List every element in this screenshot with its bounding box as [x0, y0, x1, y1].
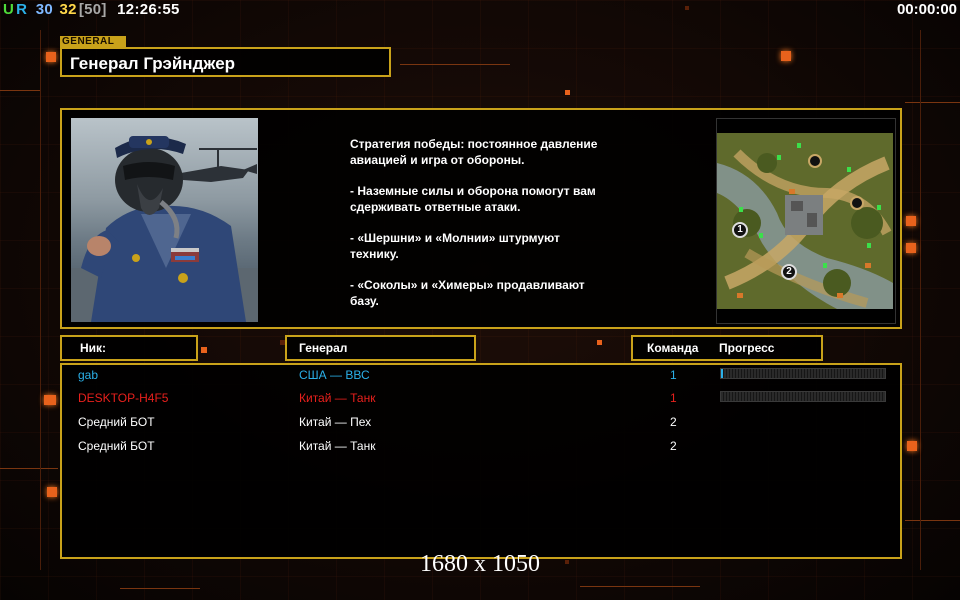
- player-progress-fill: [721, 369, 723, 378]
- deco-square: [597, 340, 602, 345]
- player-team: 2: [670, 415, 677, 429]
- deco-line: [580, 586, 700, 587]
- player-general: Китай — Танк: [299, 391, 376, 405]
- player-row: Средний БОТ Китай — Пех 2: [62, 412, 900, 432]
- deco-square: [47, 487, 57, 497]
- header-team: Команда: [647, 341, 699, 355]
- stat-c: [50]: [78, 1, 107, 18]
- start-marker-1: 1: [732, 222, 748, 238]
- deco-square: [906, 216, 916, 226]
- minimap-terrain: [717, 133, 893, 309]
- players-panel: gab США — ВВС 1 DESKTOP-H4F5 Китай — Тан…: [60, 363, 902, 559]
- player-team: 1: [670, 368, 677, 382]
- deco-line: [920, 30, 921, 570]
- resolution-label: 1680 x 1050: [420, 551, 540, 577]
- match-timer: 00:00:00: [896, 1, 957, 18]
- header-general: Генерал: [285, 335, 476, 361]
- player-progress-bar: [720, 391, 886, 402]
- general-portrait-image: [71, 136, 258, 322]
- deco-line: [0, 90, 40, 91]
- player-row: DESKTOP-H4F5 Китай — Танк 1: [62, 388, 900, 408]
- deco-square: [685, 6, 689, 10]
- header-progress: Прогресс: [719, 341, 775, 355]
- deco-line: [400, 64, 510, 65]
- deco-square: [565, 90, 570, 95]
- player-nick: Средний БОТ: [78, 415, 155, 429]
- stat-ur: UR: [3, 1, 28, 18]
- loading-screen: UR 30 32 [50] 12:26:55 00:00:00 GENERAL Г…: [0, 0, 960, 600]
- general-name: Генерал Грэйнджер: [70, 54, 236, 73]
- general-portrait: [71, 118, 258, 322]
- stat-b: 32: [59, 1, 77, 18]
- briefing-text: Стратегия победы: постоянное давление ав…: [350, 136, 650, 324]
- general-name-box: Генерал Грэйнджер: [60, 47, 391, 77]
- clock: 12:26:55: [117, 1, 180, 18]
- player-general: Китай — Танк: [299, 439, 376, 453]
- deco-line: [905, 102, 960, 103]
- minimap: 1 2: [716, 118, 896, 324]
- player-row: Средний БОТ Китай — Танк 2: [62, 436, 900, 456]
- briefing-paragraph: - Наземные силы и оборона помогут вам сд…: [350, 184, 596, 214]
- player-nick: gab: [78, 368, 99, 382]
- header-team-progress: Команда Прогресс: [631, 335, 823, 361]
- briefing-paragraph: - «Соколы» и «Химеры» продавливают базу.: [350, 278, 585, 308]
- player-general: Китай — Пех: [299, 415, 372, 429]
- player-progress-bar: [720, 368, 886, 379]
- deco-square: [906, 243, 916, 253]
- player-team: 1: [670, 391, 677, 405]
- hud-stats: UR 30 32 [50] 12:26:55: [3, 1, 182, 18]
- deco-line: [40, 30, 41, 570]
- player-general: США — ВВС: [299, 368, 370, 382]
- deco-line: [0, 468, 58, 469]
- start-marker-2: 2: [781, 264, 797, 280]
- deco-square: [44, 395, 56, 405]
- stat-a: 30: [35, 1, 54, 18]
- player-nick: DESKTOP-H4F5: [78, 391, 169, 405]
- deco-square: [907, 441, 917, 451]
- briefing-panel: Стратегия победы: постоянное давление ав…: [60, 108, 902, 329]
- header-nick: Ник:: [60, 335, 198, 361]
- player-nick: Средний БОТ: [78, 439, 155, 453]
- briefing-paragraph: Стратегия победы: постоянное давление ав…: [350, 137, 598, 167]
- deco-square: [201, 347, 207, 353]
- player-row: gab США — ВВС 1: [62, 365, 900, 385]
- briefing-paragraph: - «Шершни» и «Молнии» штурмуют технику.: [350, 231, 560, 261]
- player-team: 2: [670, 439, 677, 453]
- deco-square: [46, 52, 56, 62]
- deco-square: [781, 51, 791, 61]
- deco-line: [120, 588, 200, 589]
- deco-line: [905, 520, 960, 521]
